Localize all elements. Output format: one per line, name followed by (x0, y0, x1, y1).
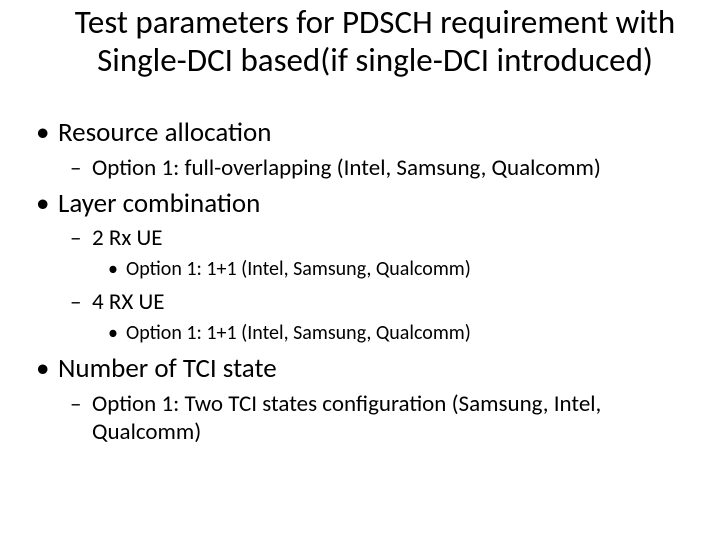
subsubbullet-2rx-option: Option 1: 1+1 (Intel, Samsung, Qualcomm) (30, 257, 700, 282)
slide: Test parameters for PDSCH requirement wi… (0, 0, 720, 540)
bullet-resource-allocation: Resource allocation (30, 116, 700, 150)
subbullet-option-full-overlapping: Option 1: full-overlapping (Intel, Samsu… (30, 154, 700, 183)
slide-title: Test parameters for PDSCH requirement wi… (60, 4, 690, 80)
slide-body: Resource allocation Option 1: full-overl… (30, 116, 700, 451)
subsubbullet-4rx-option: Option 1: 1+1 (Intel, Samsung, Qualcomm) (30, 321, 700, 346)
subbullet-2rx-ue: 2 Rx UE (30, 224, 700, 253)
bullet-layer-combination: Layer combination (30, 187, 700, 221)
subbullet-tci-option: Option 1: Two TCI states configuration (… (30, 390, 700, 448)
subbullet-4rx-ue: 4 RX UE (30, 288, 700, 317)
bullet-number-tci-state: Number of TCI state (30, 352, 700, 386)
